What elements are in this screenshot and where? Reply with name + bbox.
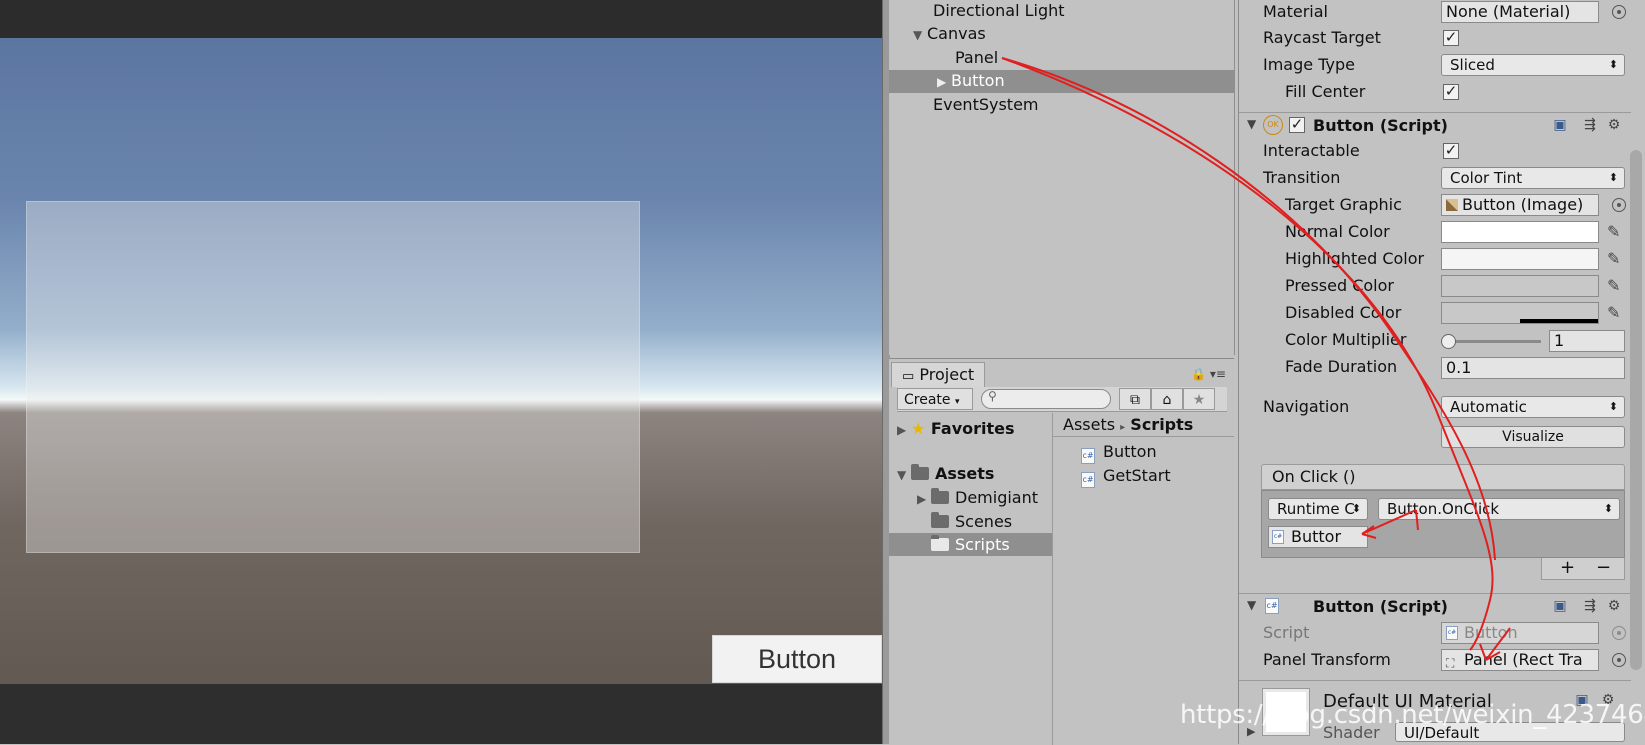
watermark: https://blog.csdn.net/weixin_42374647	[1180, 700, 1645, 730]
red-annotation-arrows	[1001, 57, 1511, 661]
